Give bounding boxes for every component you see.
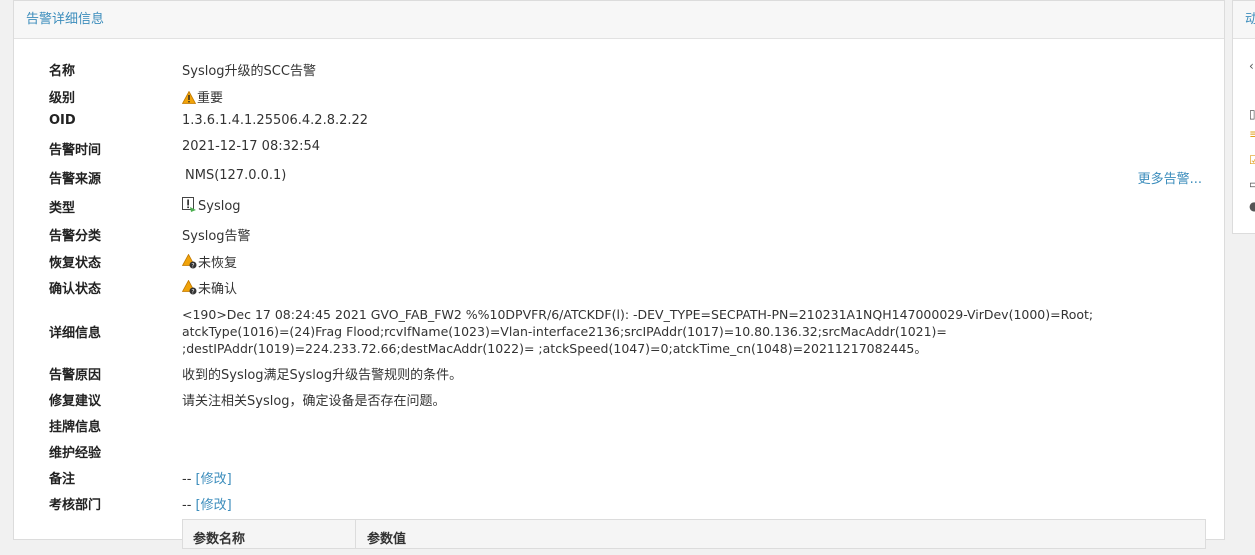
detail-value: <190>Dec 17 08:24:45 2021 GVO_FAB_FW2 %%… <box>182 307 1094 356</box>
time-label: 告警时间 <box>49 143 102 158</box>
remark-value: -- <box>182 472 192 487</box>
oid-label: OID <box>49 113 76 128</box>
warning-question-icon: ? <box>182 280 197 295</box>
remark-value-wrap: -- [修改] <box>182 468 232 487</box>
syslog-icon <box>182 197 196 212</box>
svg-text:?: ? <box>191 262 194 269</box>
param-name-header: 参数名称 <box>183 520 356 548</box>
type-value-wrap: Syslog <box>182 197 241 214</box>
tag-label: 挂牌信息 <box>49 420 102 435</box>
more-alarms-link[interactable]: 更多告警... <box>1138 168 1202 187</box>
param-table-header: 参数名称 参数值 <box>182 519 1206 549</box>
ack-label: 确认状态 <box>49 282 102 297</box>
category-label: 告警分类 <box>49 229 102 244</box>
side-panel: 动 ‹ ▯ ≡ ☑ ▭ ● <box>1232 0 1255 234</box>
reason-label: 告警原因 <box>49 368 102 383</box>
recovery-label: 恢复状态 <box>49 256 102 271</box>
dept-value-wrap: -- [修改] <box>182 494 232 513</box>
time-value: 2021-12-17 08:32:54 <box>182 139 321 154</box>
type-value: Syslog <box>198 199 241 214</box>
fix-label: 修复建议 <box>49 394 102 409</box>
type-label: 类型 <box>49 201 76 216</box>
edit-remark-link[interactable]: [修改] <box>196 472 232 487</box>
panel-title: 告警详细信息 <box>14 1 1224 39</box>
svg-text:?: ? <box>191 288 194 295</box>
dept-value: -- <box>182 498 192 513</box>
name-label: 名称 <box>49 64 76 79</box>
remark-label: 备注 <box>49 472 76 487</box>
detail-label: 详细信息 <box>49 326 102 341</box>
experience-label: 维护经验 <box>49 446 102 461</box>
name-value: Syslog升级的SCC告警 <box>182 64 316 79</box>
warning-question-icon: ? <box>182 254 197 269</box>
source-label: 告警来源 <box>49 172 102 187</box>
document-icon: ▯ <box>1249 107 1255 121</box>
check-icon: ☑ <box>1249 153 1255 167</box>
level-value-wrap: 重要 <box>182 87 223 106</box>
fix-value: 请关注相关Syslog，确定设备是否存在问题。 <box>182 394 446 409</box>
warning-icon <box>182 91 196 104</box>
source-value: NMS(127.0.0.1) <box>185 168 287 183</box>
alarm-detail-panel: 告警详细信息 名称 Syslog升级的SCC告警 级别 重要 OID 1.3.6… <box>13 0 1225 549</box>
dept-label: 考核部门 <box>49 498 102 513</box>
calendar-icon: ▭ <box>1249 177 1255 191</box>
oid-value: 1.3.6.1.4.1.25506.4.2.8.2.22 <box>182 113 369 128</box>
level-label: 级别 <box>49 91 76 106</box>
edit-dept-link[interactable]: [修改] <box>196 498 232 513</box>
level-value: 重要 <box>197 91 224 106</box>
ack-value: 未确认 <box>198 282 238 297</box>
param-value-header: 参数值 <box>367 532 407 547</box>
category-value: Syslog告警 <box>182 229 251 244</box>
ack-value-wrap: ? 未确认 <box>182 278 237 297</box>
side-panel-title: 动 <box>1233 1 1255 39</box>
recovery-value: 未恢复 <box>198 256 238 271</box>
list-icon: ≡ <box>1249 127 1255 141</box>
globe-icon: ● <box>1249 199 1255 213</box>
dot-icon: ‹ <box>1249 59 1254 73</box>
recovery-value-wrap: ? 未恢复 <box>182 252 237 271</box>
reason-value: 收到的Syslog满足Syslog升级告警规则的条件。 <box>182 368 463 383</box>
